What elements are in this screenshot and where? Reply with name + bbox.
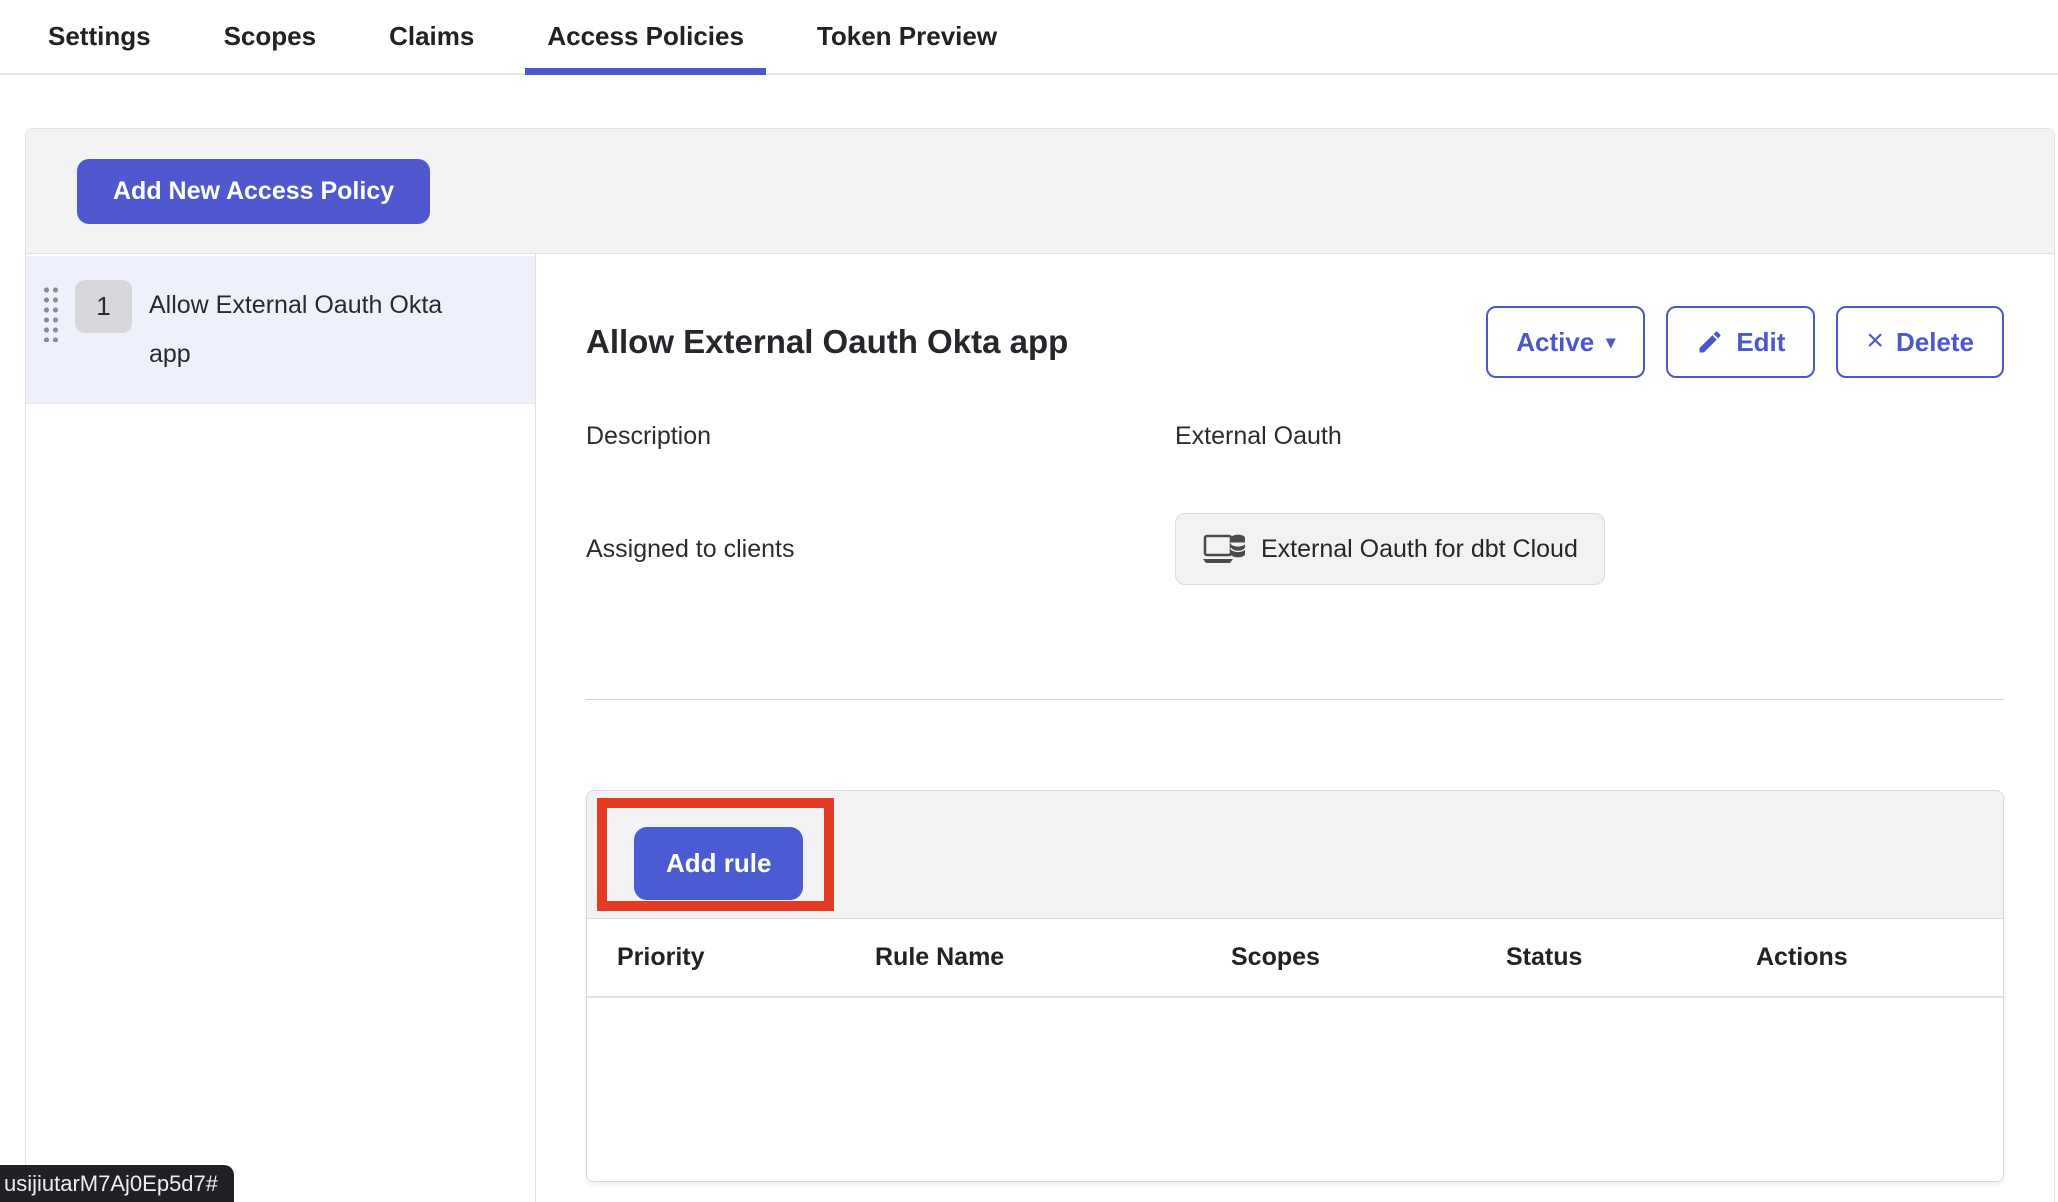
pencil-icon [1696,328,1724,356]
rules-table-header: Priority Rule Name Scopes Status Actions [587,919,2003,998]
column-header-scopes: Scopes [1201,943,1476,972]
page: Settings Scopes Claims Access Policies T… [0,0,2058,1202]
status-dropdown-button[interactable]: Active ▾ [1486,306,1645,378]
chevron-down-icon: ▾ [1606,333,1615,351]
policy-list-item[interactable]: 1 Allow External Oauth Okta app [26,256,535,404]
client-app-icon [1202,529,1248,569]
assigned-clients-row: Assigned to clients [586,513,2004,585]
policy-priority-badge: 1 [75,280,132,333]
edit-button[interactable]: Edit [1666,306,1815,378]
client-chip[interactable]: External Oauth for dbt Cloud [1175,513,1605,585]
tab-settings[interactable]: Settings [26,0,173,75]
client-chip-label: External Oauth for dbt Cloud [1261,535,1578,564]
rules-toolbar: Add rule [587,791,2003,919]
panel-toolbar: Add New Access Policy [26,129,2054,254]
tab-bar: Settings Scopes Claims Access Policies T… [0,0,2058,75]
status-dropdown-label: Active [1516,327,1594,358]
description-row: Description External Oauth [586,422,2004,451]
policy-action-buttons: Active ▾ Edit × Delete [1486,306,2004,378]
column-header-actions: Actions [1726,943,2003,972]
close-icon: × [1866,326,1884,356]
add-rule-button[interactable]: Add rule [634,827,803,900]
tab-claims[interactable]: Claims [367,0,496,75]
policy-title: Allow External Oauth Okta app [586,323,1068,361]
description-value: External Oauth [1175,422,1342,451]
assigned-clients-label: Assigned to clients [586,535,1175,564]
delete-button-label: Delete [1896,327,1974,358]
policy-name: Allow External Oauth Okta app [149,280,449,379]
tab-token-preview[interactable]: Token Preview [795,0,1019,75]
add-new-access-policy-button[interactable]: Add New Access Policy [77,159,430,224]
policy-detail: Allow External Oauth Okta app Active ▾ E… [536,254,2054,1202]
column-header-priority: Priority [587,943,845,972]
delete-button[interactable]: × Delete [1836,306,2004,378]
tab-scopes[interactable]: Scopes [202,0,339,75]
edit-button-label: Edit [1736,327,1785,358]
tab-access-policies[interactable]: Access Policies [525,0,766,75]
policy-list: 1 Allow External Oauth Okta app [26,254,536,1202]
rules-section: Add rule Priority Rule Name Scopes Statu… [586,790,2004,1182]
column-header-status: Status [1476,943,1726,972]
status-url-tooltip: usijiutarM7Aj0Ep5d7# [0,1165,234,1202]
column-header-rule-name: Rule Name [845,943,1201,972]
section-divider [586,699,2004,700]
description-label: Description [586,422,1175,451]
rules-table-empty-body [587,998,2003,1181]
access-policies-panel: Add New Access Policy 1 Allow External O… [25,128,2055,1202]
drag-handle-icon[interactable] [41,284,58,342]
